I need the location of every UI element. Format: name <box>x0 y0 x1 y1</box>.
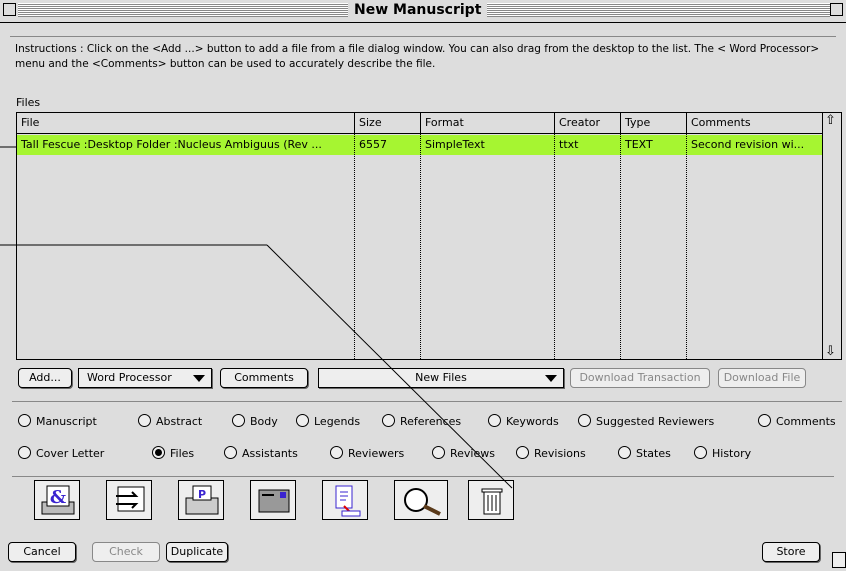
drag-lines-overlay <box>0 146 513 489</box>
drag-line <box>266 244 513 489</box>
